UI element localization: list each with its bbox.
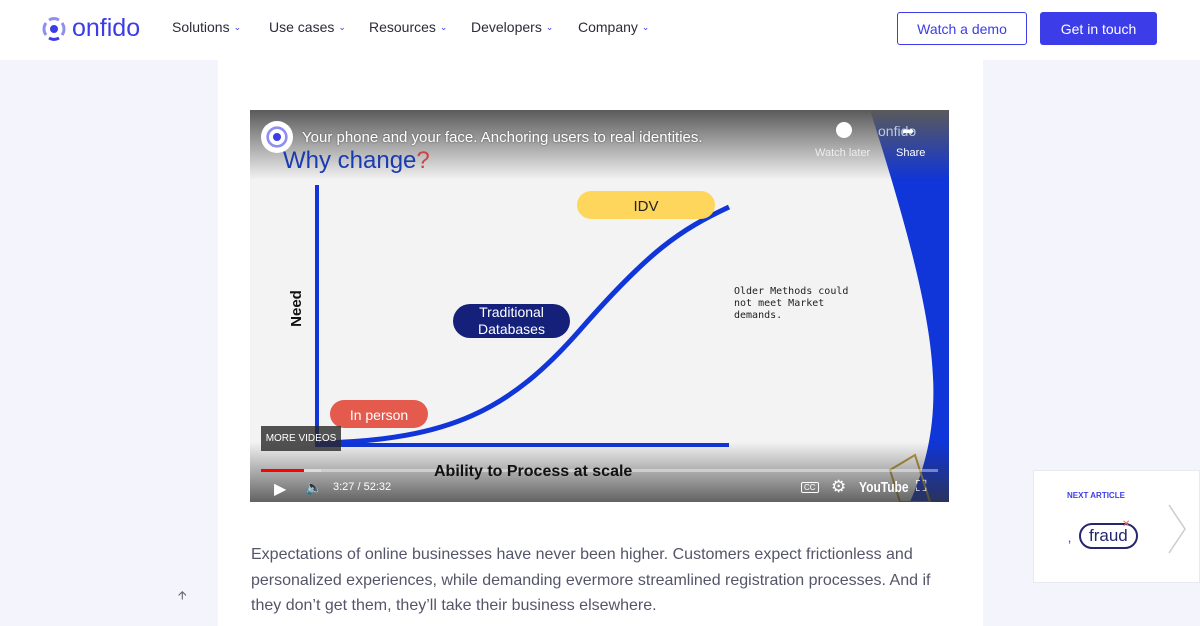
- nav-label: Resources: [369, 19, 436, 35]
- share-icon[interactable]: ➦: [902, 122, 915, 140]
- youtube-logo[interactable]: YouTube: [859, 479, 909, 496]
- fullscreen-icon[interactable]: ⛶: [916, 478, 927, 495]
- slide-heading: Why change?: [283, 147, 430, 174]
- watch-demo-button[interactable]: Watch a demo: [897, 12, 1027, 45]
- brand-name: onfido: [72, 14, 141, 42]
- next-article-label: NEXT ARTICLE: [1067, 491, 1125, 500]
- thumb-fragment: ‚: [1068, 529, 1072, 545]
- play-icon[interactable]: ▶: [274, 479, 286, 499]
- article-paragraph: Expectations of online businesses have n…: [251, 546, 931, 614]
- chevron-down-icon: ⌄: [338, 21, 346, 32]
- slide-note: Older Methods could not meet Market demand…: [734, 286, 849, 321]
- chevron-down-icon: ⌄: [233, 21, 242, 32]
- clock-icon[interactable]: [836, 122, 852, 138]
- scroll-top-arrow-icon[interactable]: 🡩: [178, 586, 187, 607]
- slide-label-in-person: In person: [349, 407, 409, 423]
- video-player[interactable]: Why change? IDV Traditional Databases In …: [250, 110, 949, 502]
- progress-buffered: [304, 469, 321, 472]
- nav-label: Company: [578, 19, 638, 35]
- chevron-down-icon: ⌄: [545, 21, 554, 32]
- next-article-card[interactable]: NEXT ARTICLE ‚ fraud ✕: [1033, 470, 1200, 583]
- main-nav: Solutions ⌄ Use cases ⌄ Resources ⌄ Develop…: [172, 19, 649, 35]
- captions-icon[interactable]: CC: [801, 482, 819, 493]
- nav-developers[interactable]: Developers ⌄: [471, 19, 578, 35]
- close-mark-icon: ✕: [1122, 519, 1131, 530]
- volume-icon[interactable]: 🔈: [305, 479, 322, 496]
- nav-solutions[interactable]: Solutions ⌄: [172, 19, 269, 35]
- onfido-logo-icon: [266, 126, 288, 148]
- share-label[interactable]: Share: [896, 147, 925, 159]
- get-in-touch-button[interactable]: Get in touch: [1040, 12, 1157, 45]
- slide-x-label: Ability to Process at scale: [434, 463, 633, 480]
- slide-label-traditional: Traditional Databases: [478, 304, 545, 337]
- slide-label-idv: IDV: [633, 198, 659, 215]
- chevron-right-icon[interactable]: [1167, 503, 1187, 555]
- video-time: 3:27 / 52:32: [333, 481, 392, 493]
- nav-label: Use cases: [269, 19, 335, 35]
- site-header: onfido Solutions ⌄ Use cases ⌄ Resources ⌄ …: [0, 0, 1200, 60]
- onfido-logo[interactable]: onfido: [42, 14, 140, 43]
- settings-icon[interactable]: ⚙: [831, 477, 846, 497]
- nav-use-cases[interactable]: Use cases ⌄: [269, 19, 369, 35]
- channel-avatar[interactable]: [261, 121, 293, 153]
- onfido-logo-icon: [42, 16, 66, 41]
- chevron-down-icon: ⌄: [439, 21, 448, 32]
- video-title[interactable]: Your phone and your face. Anchoring user…: [302, 129, 703, 146]
- watch-later-label[interactable]: Watch later: [815, 147, 870, 159]
- nav-label: Developers: [471, 19, 542, 35]
- nav-company[interactable]: Company ⌄: [578, 19, 649, 35]
- nav-label: Solutions: [172, 19, 230, 35]
- slide-y-label: Need: [287, 290, 305, 327]
- more-videos-button[interactable]: MORE VIDEOS: [261, 426, 341, 451]
- progress-played: [261, 469, 305, 472]
- chevron-down-icon: ⌄: [641, 21, 650, 32]
- nav-resources[interactable]: Resources ⌄: [369, 19, 471, 35]
